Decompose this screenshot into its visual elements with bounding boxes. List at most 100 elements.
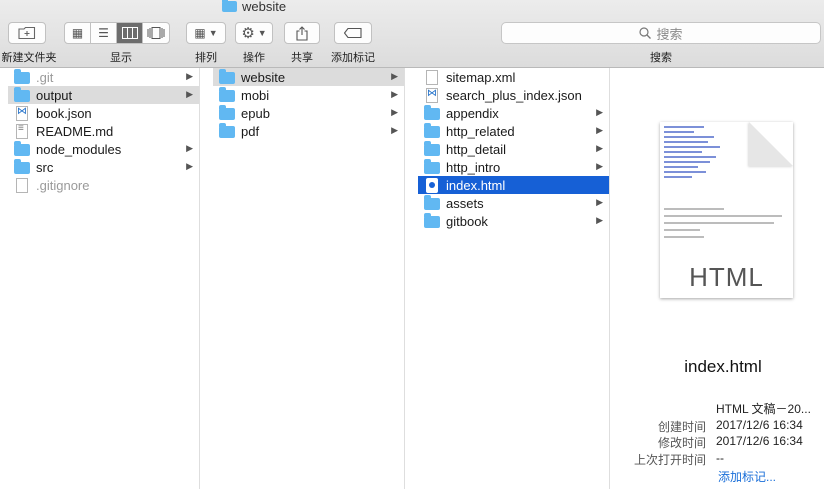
toolbar: website 新建文件夹 ▦ ☰ 显示 ▦ ▼ 排列 ⚙ ▼ 操作 共享 添加… bbox=[0, 0, 824, 68]
view-segmented-control[interactable]: ▦ ☰ bbox=[64, 22, 170, 44]
list-item[interactable]: output ▶ bbox=[8, 86, 199, 104]
chevron-right-icon: ▶ bbox=[186, 143, 193, 153]
arrange-button[interactable]: ▦ ▼ bbox=[186, 22, 226, 44]
tag-icon bbox=[344, 28, 362, 38]
chevron-right-icon: ▶ bbox=[186, 89, 193, 99]
item-name: appendix bbox=[446, 105, 499, 121]
page-fold bbox=[749, 122, 793, 166]
list-item[interactable]: README.md bbox=[8, 122, 199, 140]
list-item[interactable]: mobi ▶ bbox=[213, 86, 404, 104]
created-label: 创建时间 bbox=[657, 420, 706, 434]
item-name: pdf bbox=[241, 123, 260, 139]
column-1[interactable]: .git▶output▶book.jsonREADME.mdnode_modul… bbox=[8, 68, 200, 489]
item-name: website bbox=[241, 69, 286, 85]
list-item[interactable]: book.json bbox=[8, 104, 199, 122]
folder-icon bbox=[424, 105, 440, 120]
folder-icon bbox=[424, 195, 440, 210]
chevron-right-icon: ▶ bbox=[391, 107, 398, 117]
list-item[interactable]: http_intro ▶ bbox=[418, 158, 609, 176]
item-name: http_detail bbox=[446, 141, 506, 157]
list-item[interactable]: sitemap.xml bbox=[418, 68, 609, 86]
created-value: 2017/12/6 16:34 bbox=[716, 418, 803, 432]
chevron-down-icon: ▼ bbox=[257, 28, 267, 38]
chevron-down-icon: ▼ bbox=[208, 28, 218, 38]
chevron-right-icon: ▶ bbox=[391, 125, 398, 135]
list-item[interactable]: .gitignore bbox=[8, 176, 199, 194]
add-tags-button[interactable] bbox=[334, 22, 372, 44]
folder-icon bbox=[424, 123, 440, 138]
kind-value: HTML 文稿－20... bbox=[716, 402, 811, 416]
folder-icon bbox=[424, 141, 440, 156]
arrange-icon: ▦ bbox=[194, 26, 206, 40]
icon-view-icon[interactable]: ▦ bbox=[65, 23, 91, 43]
new-folder-button[interactable] bbox=[8, 22, 46, 44]
item-name: gitbook bbox=[446, 213, 488, 229]
file-icon bbox=[16, 177, 28, 193]
chevron-right-icon: ▶ bbox=[391, 89, 398, 99]
chevron-right-icon: ▶ bbox=[596, 161, 603, 171]
column-view-icon[interactable] bbox=[117, 23, 143, 43]
html-file-icon bbox=[426, 177, 438, 193]
code-file-icon bbox=[426, 87, 438, 103]
folder-icon bbox=[14, 87, 30, 102]
modified-value: 2017/12/6 16:34 bbox=[716, 434, 803, 448]
list-item[interactable]: .git ▶ bbox=[8, 68, 199, 86]
item-name: .gitignore bbox=[36, 177, 90, 193]
add-tags-label: 添加标记 bbox=[331, 52, 375, 64]
list-item[interactable]: index.html bbox=[418, 176, 609, 194]
column-2[interactable]: website ▶ mobi ▶ epub ▶ pdf ▶ bbox=[213, 68, 405, 489]
code-file-icon bbox=[16, 105, 28, 121]
preview-file-name: index.html bbox=[684, 357, 762, 376]
share-icon bbox=[296, 25, 308, 41]
thumbnail-toc-lines bbox=[664, 126, 724, 181]
folder-icon bbox=[219, 105, 235, 120]
list-item[interactable]: assets ▶ bbox=[418, 194, 609, 212]
list-item[interactable]: website ▶ bbox=[213, 68, 404, 86]
list-item[interactable]: http_detail ▶ bbox=[418, 140, 609, 158]
item-name: .git bbox=[36, 69, 54, 85]
item-name: node_modules bbox=[36, 141, 122, 157]
list-item[interactable]: gitbook ▶ bbox=[418, 212, 609, 230]
item-name: src bbox=[36, 159, 54, 175]
cover-flow-icon[interactable] bbox=[143, 23, 169, 43]
last-opened-value: -- bbox=[716, 451, 724, 465]
add-tags-link[interactable]: 添加标记... bbox=[718, 468, 776, 485]
search-input[interactable]: 搜索 bbox=[501, 22, 821, 44]
new-folder-label: 新建文件夹 bbox=[1, 52, 57, 64]
list-item[interactable]: node_modules ▶ bbox=[8, 140, 199, 158]
window-title-text: website bbox=[242, 0, 287, 14]
item-name: http_related bbox=[446, 123, 515, 139]
item-name: output bbox=[36, 87, 73, 103]
item-name: search_plus_index.json bbox=[446, 87, 582, 103]
chevron-right-icon: ▶ bbox=[596, 197, 603, 207]
folder-icon bbox=[219, 69, 235, 84]
list-view-icon[interactable]: ☰ bbox=[91, 23, 117, 43]
folder-icon bbox=[222, 0, 237, 12]
thumbnail-body-lines bbox=[664, 208, 784, 243]
chevron-right-icon: ▶ bbox=[391, 71, 398, 81]
list-item[interactable]: appendix ▶ bbox=[418, 104, 609, 122]
list-item[interactable]: epub ▶ bbox=[213, 104, 404, 122]
search-placeholder: 搜索 bbox=[656, 26, 683, 42]
folder-icon bbox=[14, 69, 30, 84]
list-item[interactable]: pdf ▶ bbox=[213, 122, 404, 140]
list-item[interactable]: src ▶ bbox=[8, 158, 199, 176]
share-label: 共享 bbox=[291, 52, 313, 64]
window-title: website bbox=[222, 0, 286, 14]
column-3[interactable]: sitemap.xml search_plus_index.jsonappendi… bbox=[418, 68, 610, 489]
folder-icon bbox=[219, 123, 235, 138]
folder-icon bbox=[424, 159, 440, 174]
chevron-right-icon: ▶ bbox=[596, 215, 603, 225]
item-name: sitemap.xml bbox=[446, 69, 516, 85]
folder-icon bbox=[219, 87, 235, 102]
chevron-right-icon: ▶ bbox=[596, 107, 603, 117]
share-button[interactable] bbox=[284, 22, 320, 44]
list-item[interactable]: search_plus_index.json bbox=[418, 86, 609, 104]
new-folder-icon bbox=[18, 26, 36, 40]
action-button[interactable]: ⚙ ▼ bbox=[235, 22, 273, 44]
item-name: epub bbox=[241, 105, 270, 121]
last-opened-label: 上次打开时间 bbox=[633, 453, 706, 467]
folder-icon bbox=[14, 141, 30, 156]
chevron-right-icon: ▶ bbox=[596, 125, 603, 135]
list-item[interactable]: http_related ▶ bbox=[418, 122, 609, 140]
